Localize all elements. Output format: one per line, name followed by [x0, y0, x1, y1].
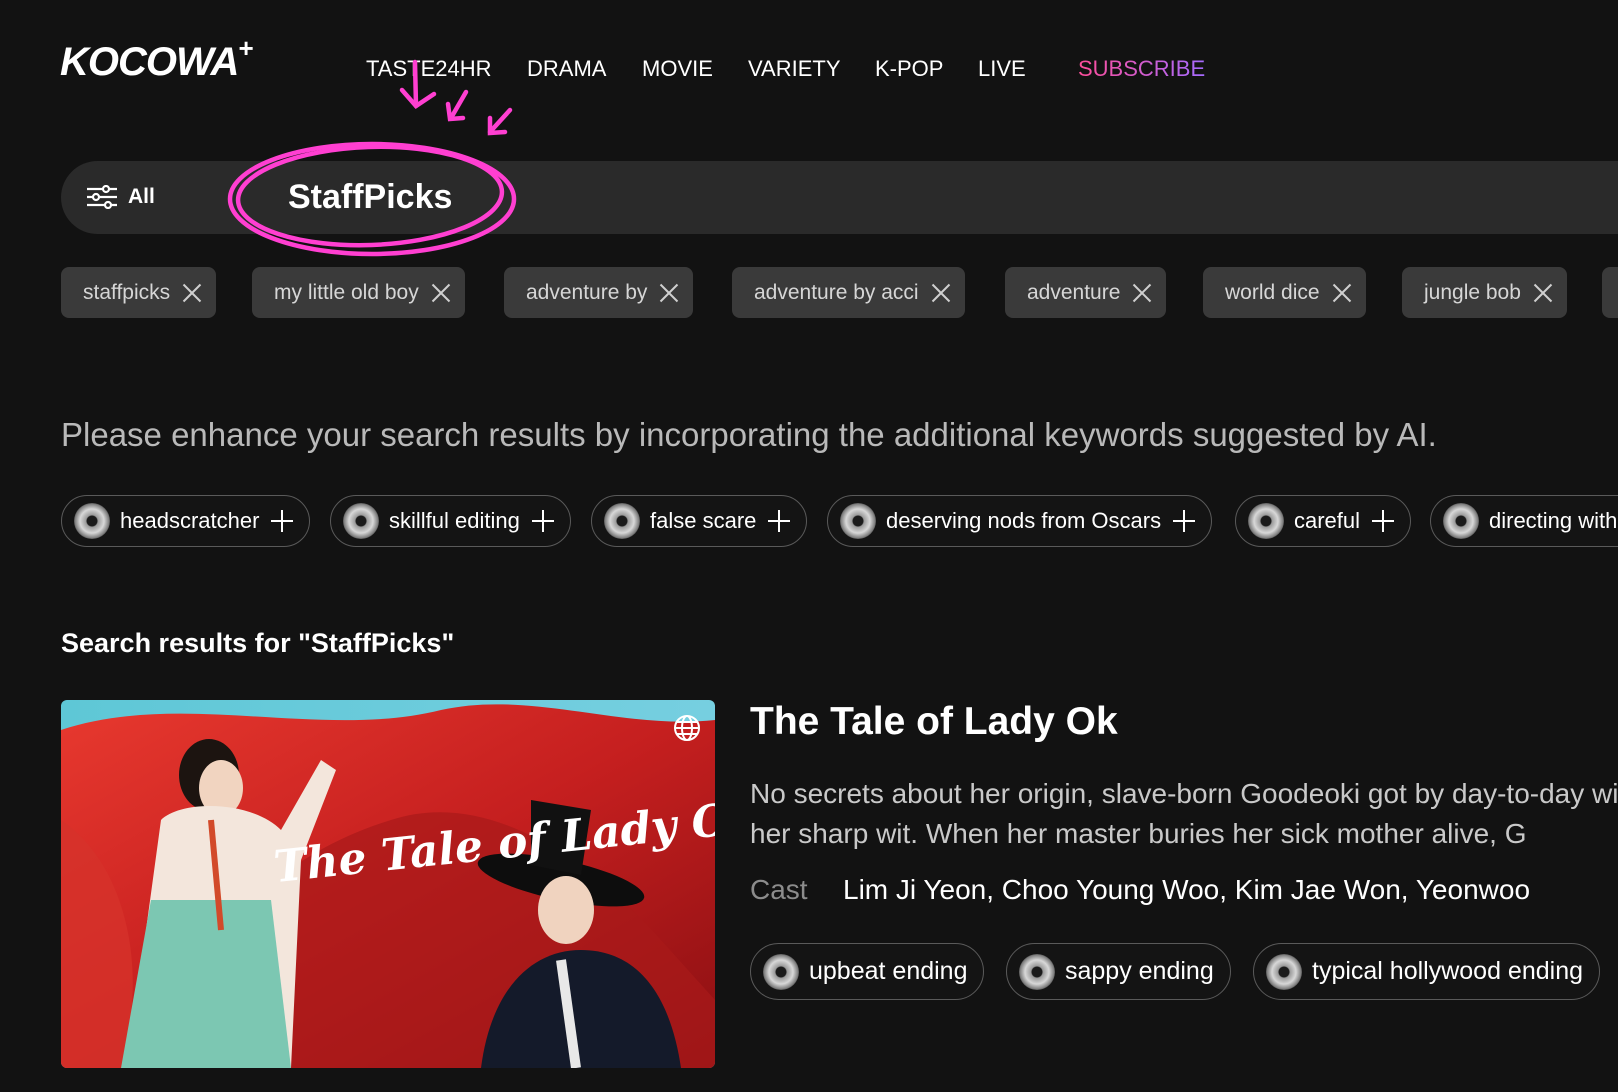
logo-text: KOCOWA [60, 40, 239, 84]
nav-kpop[interactable]: K-POP [875, 56, 943, 82]
plus-icon [1372, 510, 1395, 532]
nav-drama[interactable]: DRAMA [527, 56, 606, 82]
cast-label: Cast [750, 874, 808, 905]
close-icon[interactable] [659, 283, 679, 303]
recent-chip[interactable]: adventure [1005, 267, 1167, 318]
disc-icon [604, 503, 640, 539]
recent-chip[interactable]: staffpicks [61, 267, 217, 318]
close-icon[interactable] [1132, 283, 1152, 303]
chip-label: staffpicks [83, 280, 171, 304]
filter-label: All [128, 185, 155, 208]
ai-keyword-pill[interactable]: careful [1235, 495, 1412, 547]
disc-icon [74, 503, 110, 539]
nav-taste24hr[interactable]: TASTE24HR [366, 56, 492, 82]
nav-movie[interactable]: MOVIE [642, 56, 713, 82]
pill-label: sappy ending [1065, 957, 1214, 985]
poster-thumbnail[interactable]: The Tale of Lady Ok [61, 700, 715, 1068]
disc-icon [840, 503, 876, 539]
chip-label: adventure [1027, 280, 1121, 304]
result-tag-pill[interactable]: upbeat ending [750, 943, 985, 1000]
poster-art: The Tale of Lady Ok [61, 700, 715, 1068]
filter-sliders-icon [87, 185, 117, 209]
filter-button[interactable]: All [86, 176, 155, 218]
disc-icon [1443, 503, 1479, 539]
close-icon[interactable] [1533, 283, 1553, 303]
ai-keyword-pill[interactable]: false scare [591, 495, 808, 547]
nav-subscribe[interactable]: SUBSCRIBE [1078, 56, 1205, 82]
disc-icon [1248, 503, 1284, 539]
chip-label: jungle bob [1424, 280, 1521, 304]
cast-names: Lim Ji Yeon, Choo Young Woo, Kim Jae Won… [843, 874, 1531, 905]
pill-label: skillful editing [389, 508, 520, 533]
ai-keyword-pill[interactable]: directing with [1430, 495, 1618, 547]
result-title[interactable]: The Tale of Lady Ok [750, 700, 1118, 744]
search-input[interactable]: StaffPicks [288, 178, 452, 217]
nav-live[interactable]: LIVE [978, 56, 1026, 82]
recent-chip[interactable]: world dice [1203, 267, 1366, 318]
pill-label: careful [1294, 508, 1361, 533]
disc-icon [1266, 953, 1302, 990]
chip-label: my little old boy [274, 280, 419, 304]
disc-icon [1019, 953, 1055, 990]
recent-chip[interactable]: adventure by acci [732, 267, 965, 318]
close-icon[interactable] [182, 283, 202, 303]
globe-icon[interactable] [672, 713, 702, 743]
pill-label: directing with [1489, 508, 1618, 533]
result-tag-pill[interactable]: typical hollywood ending [1253, 943, 1601, 1000]
plus-icon [1173, 510, 1196, 532]
results-heading: Search results for "StaffPicks" [61, 628, 455, 658]
logo-plus: + [238, 33, 253, 63]
nav-variety[interactable]: VARIETY [748, 56, 841, 82]
plus-icon [531, 510, 554, 532]
kocowa-logo[interactable]: KOCOWA+ [60, 33, 254, 85]
disc-icon [343, 503, 379, 539]
chip-label: adventure by acci [754, 280, 919, 304]
pill-label: deserving nods from Oscars [886, 508, 1162, 533]
ai-keyword-pill[interactable]: skillful editing [330, 495, 571, 547]
pill-label: false scare [650, 508, 757, 533]
chip-label: world dice [1225, 280, 1320, 304]
recent-chip-partial[interactable] [1602, 267, 1618, 318]
recent-chip[interactable]: adventure by [504, 267, 694, 318]
pill-label: headscratcher [120, 508, 260, 533]
plus-icon [271, 510, 294, 532]
plus-icon [768, 510, 791, 532]
close-icon[interactable] [431, 283, 451, 303]
close-icon[interactable] [1332, 283, 1352, 303]
chip-label: adventure by [526, 280, 648, 304]
disc-icon [763, 953, 799, 990]
ai-hint-text: Please enhance your search results by in… [61, 416, 1437, 453]
recent-chip[interactable]: jungle bob [1402, 267, 1567, 318]
result-tag-pill[interactable]: sappy ending [1006, 943, 1231, 1000]
result-description: No secrets about her origin, slave-born … [750, 778, 1618, 849]
recent-chip[interactable]: my little old boy [252, 267, 465, 318]
pill-label: typical hollywood ending [1312, 957, 1584, 985]
ai-keyword-pill[interactable]: deserving nods from Oscars [827, 495, 1213, 547]
pill-label: upbeat ending [809, 957, 968, 985]
ai-keyword-pill[interactable]: headscratcher [61, 495, 311, 547]
close-icon[interactable] [931, 283, 951, 303]
